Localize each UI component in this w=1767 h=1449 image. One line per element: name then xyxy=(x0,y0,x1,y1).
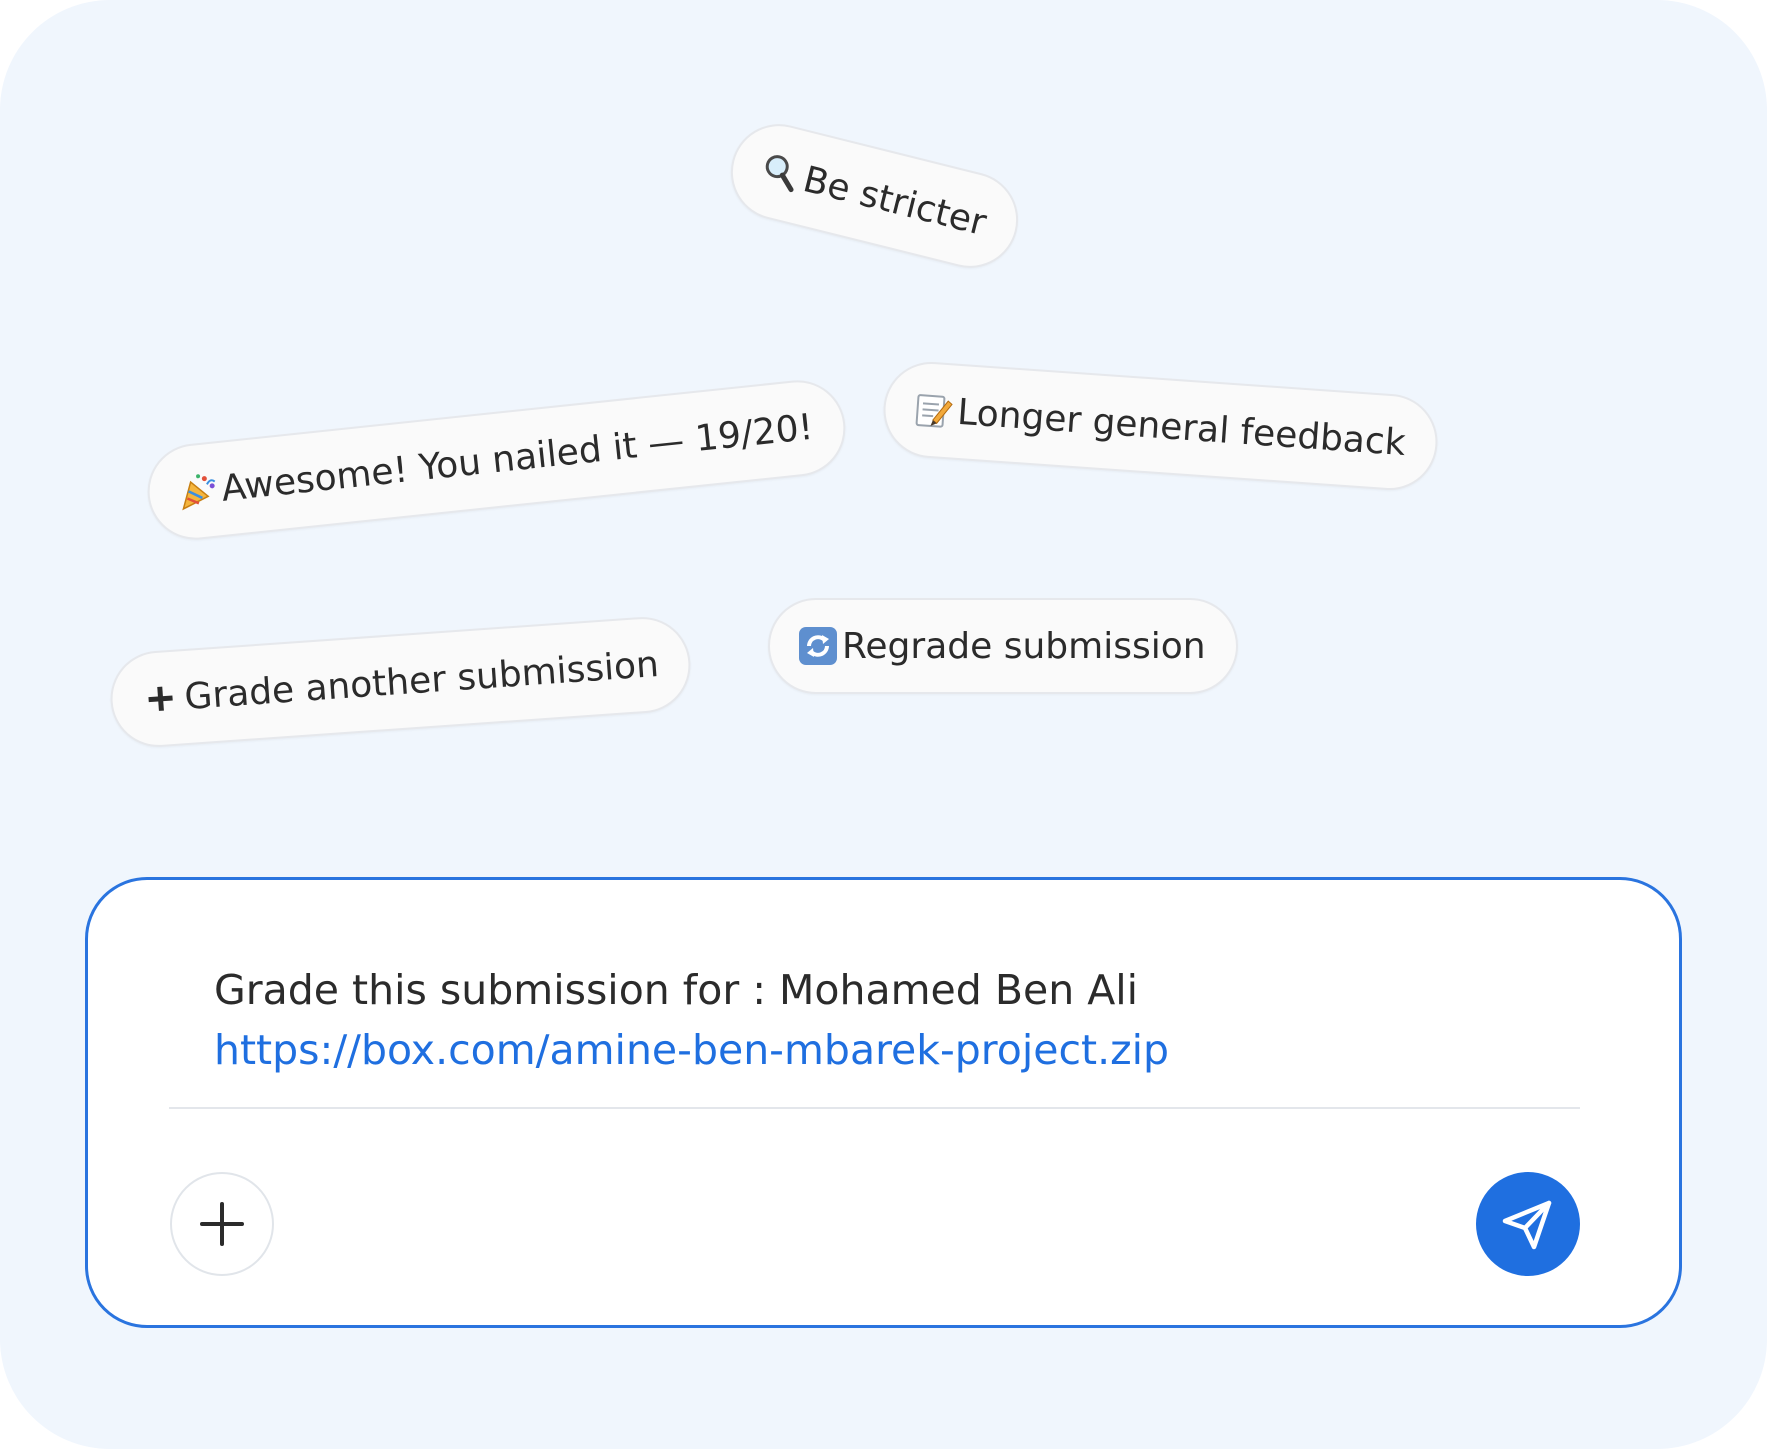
plus-icon xyxy=(200,1202,244,1246)
suggestion-grade-another[interactable]: Grade another submission xyxy=(107,613,694,751)
suggestion-label: Awesome! You nailed it — 19/20! xyxy=(219,406,816,510)
message-text[interactable]: Grade this submission for : Mohamed Ben … xyxy=(214,960,1169,1080)
suggestion-label: Be stricter xyxy=(799,158,991,244)
suggestion-regrade[interactable]: Regrade submission xyxy=(768,598,1238,694)
submission-link[interactable]: https://box.com/amine-ben-mbarek-project… xyxy=(214,1020,1169,1080)
attach-button[interactable] xyxy=(170,1172,274,1276)
composer-divider xyxy=(169,1107,1580,1109)
suggestion-be-stricter[interactable]: Be stricter xyxy=(720,114,1029,278)
message-composer[interactable]: Grade this submission for : Mohamed Ben … xyxy=(85,877,1682,1328)
chat-canvas: Be stricter Longer general feedback Awes… xyxy=(0,0,1767,1449)
send-button[interactable] xyxy=(1476,1172,1580,1276)
suggestion-longer-feedback[interactable]: Longer general feedback xyxy=(880,358,1441,494)
suggestion-label: Grade another submission xyxy=(183,643,661,718)
refresh-arrows-icon xyxy=(798,626,838,666)
suggestion-label: Longer general feedback xyxy=(956,391,1407,464)
plus-icon xyxy=(139,677,182,720)
suggestion-label: Regrade submission xyxy=(842,625,1206,667)
paper-plane-icon xyxy=(1502,1200,1552,1250)
suggestion-awesome[interactable]: Awesome! You nailed it — 19/20! xyxy=(142,375,850,545)
message-line: Grade this submission for : Mohamed Ben … xyxy=(214,966,1139,1014)
party-popper-icon xyxy=(176,469,220,513)
magnifying-glass-icon xyxy=(757,148,805,196)
memo-pencil-icon xyxy=(912,389,955,432)
